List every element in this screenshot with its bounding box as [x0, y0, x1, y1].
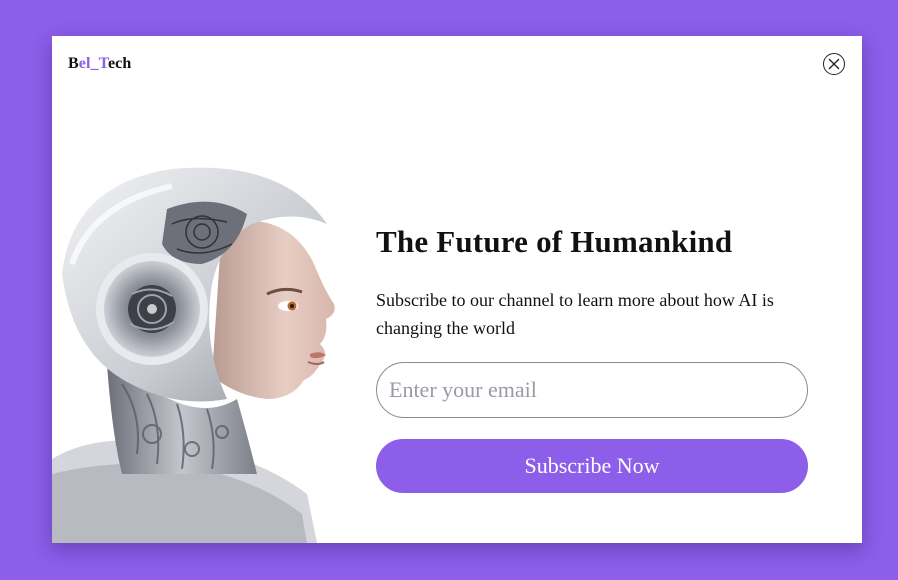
- subtitle-text: Subscribe to our channel to learn more a…: [376, 290, 774, 338]
- hero-robot-image: [52, 167, 335, 543]
- logo-text-suffix: ech: [107, 55, 132, 72]
- close-icon: [828, 58, 840, 70]
- email-input[interactable]: [376, 362, 808, 418]
- brand-logo[interactable]: Bel_Tech: [68, 55, 131, 73]
- subscribe-button[interactable]: Subscribe Now: [376, 439, 808, 493]
- logo-text-prefix: B: [68, 55, 79, 72]
- page-title: The Future of Humankind: [376, 224, 733, 259]
- close-button[interactable]: [823, 53, 845, 75]
- logo-text-accent: el_T: [78, 55, 108, 72]
- subscribe-modal: Bel_Tech The Future of Humankind Subscri…: [52, 36, 862, 543]
